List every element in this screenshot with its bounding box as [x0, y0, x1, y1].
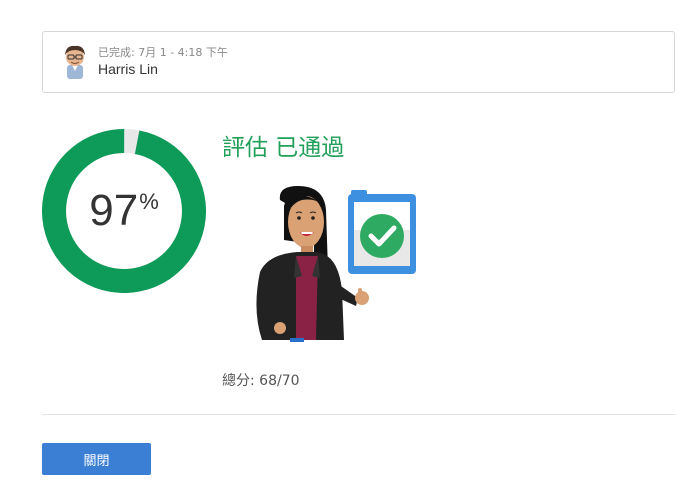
- user-name: Harris Lin: [98, 61, 158, 77]
- passed-illustration-icon: [256, 186, 416, 342]
- score-percent: 97 %: [42, 129, 206, 293]
- user-card: 已完成: 7月 1 - 4:18 下午 Harris Lin: [42, 31, 675, 93]
- user-avatar-icon: [65, 45, 85, 79]
- completed-timestamp: 已完成: 7月 1 - 4:18 下午: [98, 46, 228, 59]
- result-title: 評估 已通過: [222, 135, 345, 161]
- close-button[interactable]: 關閉: [42, 443, 151, 475]
- total-score: 總分: 68/70: [222, 373, 300, 389]
- checkmark-icon: [360, 214, 404, 258]
- assessment-result-page: 已完成: 7月 1 - 4:18 下午 Harris Lin 97 % 評估 已…: [0, 0, 700, 492]
- divider: [42, 414, 675, 415]
- score-percent-value: 97: [89, 186, 139, 235]
- score-percent-sign: %: [139, 189, 159, 214]
